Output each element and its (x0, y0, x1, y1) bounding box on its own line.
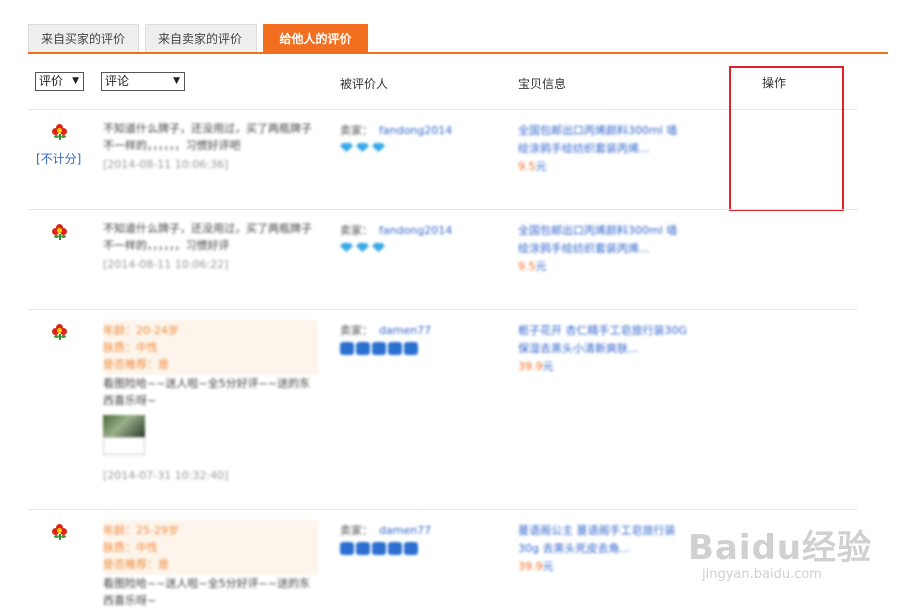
rated-person: 卖家： damen77 (340, 522, 431, 556)
comment-body: 看图险哈~~送人啦~全5分好评~~送的东西喜乐呀~ (103, 577, 311, 607)
comment-filter-value: 评论 (105, 74, 130, 88)
item-title-link[interactable]: 蔓语阁公主 蔓语阁手工皂旅行装30g 去黑头死皮去角... (518, 522, 688, 558)
item-price: 9.5 (518, 260, 536, 273)
rated-person: 卖家： damen77 (340, 322, 431, 356)
chevron-down-icon: ▼ (72, 76, 79, 86)
comment-filter-select[interactable]: 评论 ▼ (101, 72, 185, 91)
seller-label: 卖家： (340, 224, 373, 237)
comment-date: [2014-07-31 10:32:40] (103, 469, 229, 482)
table-row: 不知道什么牌子，还没用过，买了两瓶牌子不一样的，，，，，，习惯好评 [2014-… (28, 210, 858, 310)
seller-label: 卖家： (340, 124, 373, 137)
comment-date: [2014-08-11 10:06:22] (103, 258, 229, 271)
chevron-down-icon: ▼ (173, 76, 180, 86)
seller-name-link[interactable]: fandong2014 (379, 224, 452, 237)
attr-skin: 肤质：中性 (103, 541, 158, 554)
comment-body: 不知道什么牌子，还没用过，买了两瓶牌子不一样的，，，，，，习惯好评 (103, 222, 312, 252)
attr-skin: 肤质：中性 (103, 341, 158, 354)
rating-filter-value: 评价 (39, 74, 64, 88)
positive-rating-flower-icon (52, 124, 68, 140)
tab-from-sellers[interactable]: 来自卖家的评价 (145, 24, 257, 52)
comment-body: 不知道什么牌子，还没用过，买了两瓶牌子不一样的，，，，，，习惯好评吧 (103, 122, 312, 152)
tab-given-to-others[interactable]: 给他人的评价 (263, 24, 368, 52)
table-row: [不计分] 不知道什么牌子，还没用过，买了两瓶牌子不一样的，，，，，，习惯好评吧… (28, 110, 858, 210)
seller-rank-diamonds-icon (340, 242, 452, 256)
attr-recommend: 是否推荐：是 (103, 358, 169, 371)
item-title-link[interactable]: 全国包邮出口丙烯颜料300ml 墙绘涂鸦手绘纺织套装丙烯... (518, 222, 688, 258)
photo-thumbnail[interactable] (103, 415, 145, 437)
comment-text: 不知道什么牌子，还没用过，买了两瓶牌子不一样的，，，，，，习惯好评吧 [2014… (103, 120, 313, 173)
item-price: 39.9 (518, 360, 543, 373)
positive-rating-flower-icon (52, 224, 68, 240)
item-title-link[interactable]: 栀子花开 杏仁精手工皂旅行装30G 保湿去黑头小清新爽肤... (518, 322, 688, 358)
price-unit: 元 (535, 160, 547, 173)
item-info: 全国包邮出口丙烯颜料300ml 墙绘涂鸦手绘纺织套装丙烯... 9.5元 (518, 222, 688, 276)
item-price: 39.9 (518, 560, 543, 573)
price-unit: 元 (542, 560, 554, 573)
buyer-attributes: 年龄：20-24岁 肤质：中性 是否推荐：是 (103, 320, 318, 375)
attr-age: 年龄：25-29岁 (103, 524, 179, 537)
price-unit: 元 (542, 360, 554, 373)
comment-text: 年龄：25-29岁 肤质：中性 是否推荐：是 看图险哈~~送人啦~全5分好评~~… (103, 520, 318, 609)
seller-rank-crowns-icon (340, 342, 431, 356)
attr-recommend: 是否推荐：是 (103, 558, 169, 571)
seller-rank-diamonds-icon (340, 142, 452, 156)
not-counted-label: [不计分] (36, 152, 82, 166)
column-header-rated-person: 被评价人 (340, 77, 389, 91)
comment-text: 年龄：20-24岁 肤质：中性 是否推荐：是 看图险哈~~送人啦~全5分好评~~… (103, 320, 318, 484)
comment-date: [2014-08-11 10:06:36] (103, 158, 229, 171)
photo-thumbnail[interactable] (103, 437, 145, 455)
comment-body: 看图险哈~~送人啦~全5分好评~~送的东西喜乐呀~ (103, 377, 311, 407)
baidu-jingyan-watermark: Baidu经验 jingyan.baidu.com (688, 520, 888, 600)
item-info: 全国包邮出口丙烯颜料300ml 墙绘涂鸦手绘纺织套装丙烯... 9.5元 (518, 122, 688, 176)
column-header-item-info: 宝贝信息 (518, 77, 567, 91)
attr-age: 年龄：20-24岁 (103, 324, 179, 337)
item-title-link[interactable]: 全国包邮出口丙烯颜料300ml 墙绘涂鸦手绘纺织套装丙烯... (518, 122, 688, 158)
tab-bar: 来自买家的评价 来自卖家的评价 给他人的评价 (28, 24, 888, 54)
item-info: 蔓语阁公主 蔓语阁手工皂旅行装30g 去黑头死皮去角... 39.9元 (518, 522, 688, 576)
rating-filter-select[interactable]: 评价 ▼ (35, 72, 84, 91)
seller-label: 卖家： (340, 524, 373, 537)
item-info: 栀子花开 杏仁精手工皂旅行装30G 保湿去黑头小清新爽肤... 39.9元 (518, 322, 688, 376)
watermark-url: jingyan.baidu.com (702, 567, 822, 582)
seller-name-link[interactable]: fandong2014 (379, 124, 452, 137)
item-price: 9.5 (518, 160, 536, 173)
table-row: 年龄：20-24岁 肤质：中性 是否推荐：是 看图险哈~~送人啦~全5分好评~~… (28, 310, 858, 510)
tab-from-buyers[interactable]: 来自买家的评价 (28, 24, 139, 52)
seller-name-link[interactable]: damen77 (379, 524, 431, 537)
comment-text: 不知道什么牌子，还没用过，买了两瓶牌子不一样的，，，，，，习惯好评 [2014-… (103, 220, 313, 273)
seller-name-link[interactable]: damen77 (379, 324, 431, 337)
seller-label: 卖家： (340, 324, 373, 337)
positive-rating-flower-icon (52, 524, 68, 540)
price-unit: 元 (535, 260, 547, 273)
watermark-main: Baidu经验 (688, 528, 873, 568)
rated-person: 卖家： fandong2014 (340, 122, 452, 156)
buyer-attributes: 年龄：25-29岁 肤质：中性 是否推荐：是 (103, 520, 318, 575)
seller-rank-crowns-icon (340, 542, 431, 556)
rated-person: 卖家： fandong2014 (340, 222, 452, 256)
positive-rating-flower-icon (52, 324, 68, 340)
